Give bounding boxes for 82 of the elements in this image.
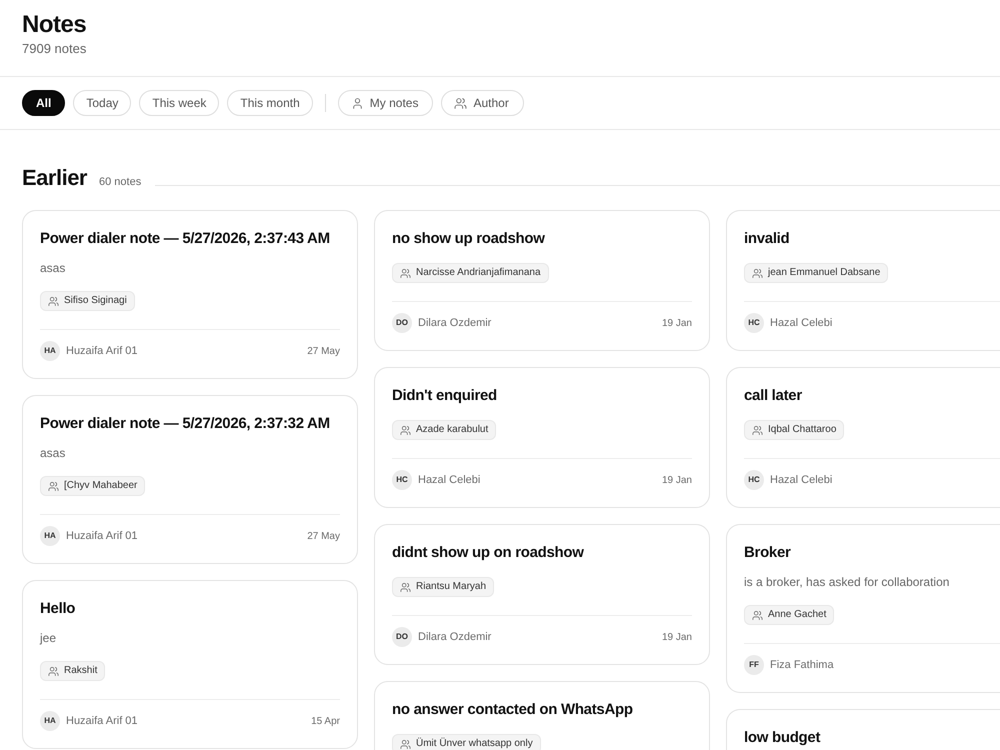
- note-card[interactable]: Power dialer note — 5/27/2026, 2:37:43 AM asas Sifiso Siginagi HA Huzaifa Arif 01 27 May: [22, 210, 358, 379]
- note-card[interactable]: invalid jean Emmanuel Dabsane HC Hazal Celebi: [726, 210, 1000, 351]
- author-name: Huzaifa Arif 01: [66, 714, 138, 729]
- note-title: no answer contacted on WhatsApp: [392, 700, 634, 720]
- author-name: Dilara Ozdemir: [418, 630, 492, 645]
- user-icon: [350, 96, 364, 110]
- avatar-initials: HC: [392, 470, 412, 490]
- note-card[interactable]: no answer contacted on WhatsApp Ümit Ünver whatsapp only: [374, 681, 710, 750]
- users-icon: [752, 610, 763, 620]
- users-icon: [400, 424, 411, 436]
- note-card[interactable]: call later Iqbal Chattaroo HC Hazal Celebi: [726, 367, 1000, 508]
- users-icon: [752, 424, 763, 436]
- note-card[interactable]: Didn't enquired Azade karabulut HC Hazal Celebi 19 Jan: [374, 367, 710, 508]
- note-card[interactable]: Broker is a broker, has asked for collaboration Anne Gachet FF Fiza Fathima: [726, 524, 1000, 693]
- note-date: 27 May: [307, 344, 340, 358]
- avatar-initials: DO: [392, 313, 412, 333]
- note-body: asas: [40, 260, 66, 277]
- note-title: Power dialer note — 5/27/2026, 2:37:43 AM: [40, 229, 331, 249]
- avatar-initials: HC: [744, 470, 764, 490]
- contact-tag[interactable]: Rakshit: [40, 661, 106, 681]
- contact-tag[interactable]: Azade karabulut: [392, 420, 496, 440]
- users-icon: [752, 268, 763, 278]
- note-title: didnt show up on roadshow: [392, 543, 585, 563]
- note-body: is a broker, has asked for collaboration: [744, 574, 950, 591]
- avatar-initials: HA: [40, 341, 60, 361]
- contact-tag[interactable]: Iqbal Chattaroo: [744, 420, 844, 440]
- filter-pill[interactable]: Author: [441, 90, 524, 116]
- contact-tag[interactable]: Sifiso Siginagi: [40, 291, 135, 311]
- note-date: 27 May: [307, 530, 340, 544]
- avatar-initials: DO: [392, 627, 412, 647]
- contact-tag[interactable]: Anne Gachet: [744, 605, 834, 625]
- note-body: jee: [40, 630, 58, 647]
- avatar-initials: HA: [40, 711, 60, 731]
- contact-tag[interactable]: Narcisse Andrianjafimanana: [392, 263, 549, 283]
- filter-pill[interactable]: Today: [73, 90, 132, 116]
- filter-pill[interactable]: All: [22, 90, 66, 116]
- note-card[interactable]: low budget: [726, 709, 1000, 750]
- note-title: invalid: [744, 229, 790, 249]
- users-icon: [400, 582, 411, 592]
- section-count: 60 notes: [99, 175, 142, 190]
- filter-pill[interactable]: My notes: [338, 90, 434, 116]
- note-card[interactable]: didnt show up on roadshow Riantsu Maryah DO Dilara Ozdemir 19 Jan: [374, 524, 710, 665]
- users-icon: [48, 666, 59, 676]
- contact-tag[interactable]: jean Emmanuel Dabsane: [744, 263, 888, 283]
- note-card[interactable]: Hello jee Rakshit HA Huzaifa Arif 01 15 Apr: [22, 580, 358, 749]
- users-icon: [400, 268, 411, 278]
- note-title: Hello: [40, 599, 76, 619]
- page-title: Notes: [22, 10, 88, 40]
- note-title: Didn't enquired: [392, 386, 498, 406]
- note-card[interactable]: no show up roadshow Narcisse Andrianjafimanana DO Dilara Ozdemir 19 Jan: [374, 210, 710, 351]
- users-icon: [48, 480, 59, 492]
- contact-tag[interactable]: Ümit Ünver whatsapp only: [392, 734, 541, 750]
- section-title: Earlier: [22, 164, 87, 192]
- note-title: Power dialer note — 5/27/2026, 2:37:32 AM: [40, 414, 331, 434]
- note-date: 19 Jan: [662, 316, 692, 330]
- author-name: Hazal Celebi: [418, 472, 480, 488]
- filter-pill[interactable]: This month: [227, 90, 313, 116]
- author-name: Dilara Ozdemir: [418, 316, 492, 331]
- author-name: Hazal Celebi: [770, 472, 832, 488]
- avatar-initials: FF: [744, 655, 764, 675]
- author-name: Huzaifa Arif 01: [66, 344, 138, 359]
- avatar-initials: HA: [40, 526, 60, 546]
- note-date: 19 Jan: [662, 630, 692, 644]
- note-card[interactable]: Power dialer note — 5/27/2026, 2:37:32 AM asas [Chyv Mahabeer HA Huzaifa Arif 01 27 May: [22, 395, 358, 564]
- note-date: 19 Jan: [662, 474, 692, 488]
- note-title: call later: [744, 386, 803, 406]
- note-title: Broker: [744, 543, 792, 563]
- note-body: asas: [40, 445, 66, 462]
- users-icon: [400, 738, 411, 750]
- note-title: no show up roadshow: [392, 229, 546, 249]
- note-title: low budget: [744, 728, 822, 748]
- notes-count: 7909 notes: [22, 40, 88, 58]
- users-icon: [48, 296, 59, 306]
- contact-tag[interactable]: [Chyv Mahabeer: [40, 476, 146, 496]
- author-name: Hazal Celebi: [770, 316, 832, 331]
- note-date: 15 Apr: [311, 714, 340, 728]
- author-name: Fiza Fathima: [770, 658, 834, 673]
- contact-tag[interactable]: Riantsu Maryah: [392, 577, 494, 597]
- filter-pill[interactable]: This week: [139, 90, 220, 116]
- avatar-initials: HC: [744, 313, 764, 333]
- users-icon: [454, 96, 468, 110]
- author-name: Huzaifa Arif 01: [66, 528, 138, 544]
